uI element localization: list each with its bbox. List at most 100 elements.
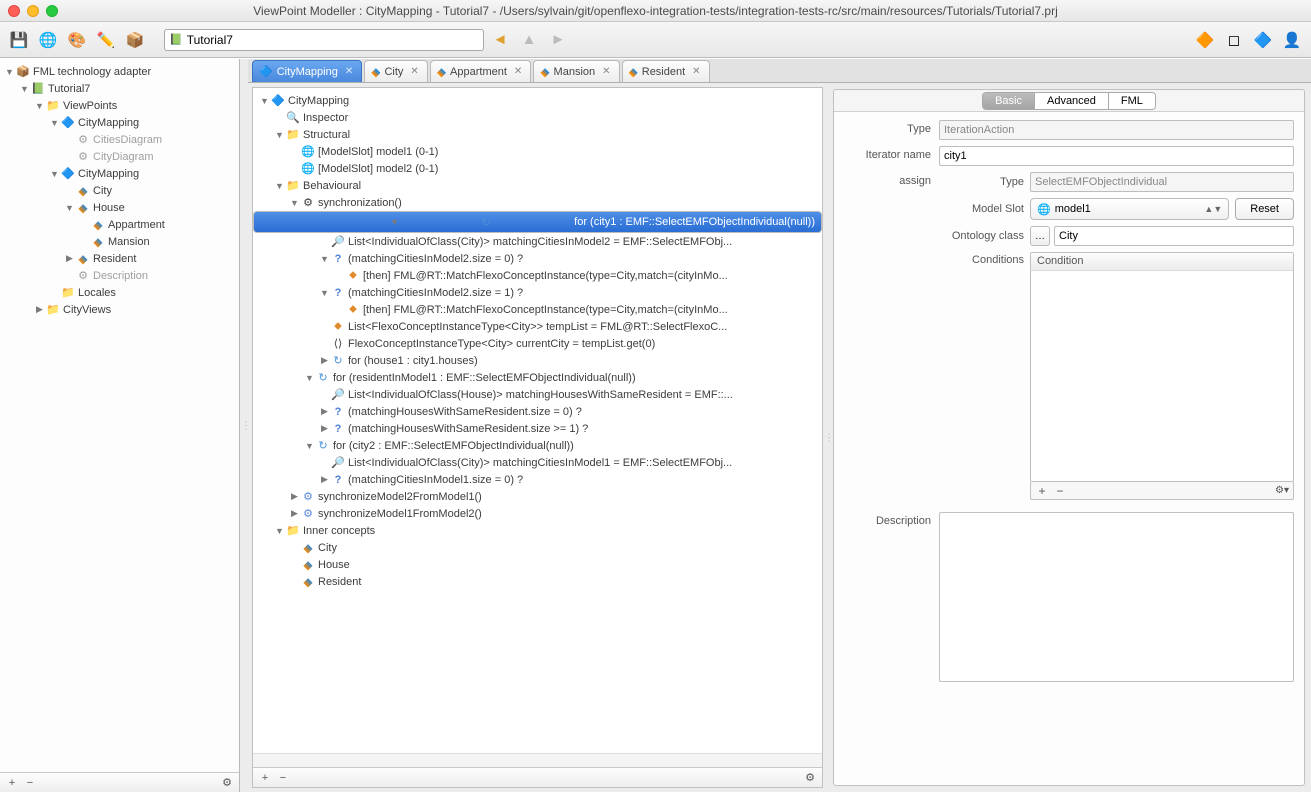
nav-up-icon[interactable]: ▲ (516, 27, 542, 53)
tree-row[interactable]: 🔎List<IndividualOfClass(City)> matchingC… (253, 233, 822, 250)
tree-row[interactable]: 🔎List<IndividualOfClass(City)> matchingC… (253, 454, 822, 471)
tree-row[interactable]: ▶⚙synchronizeModel2FromModel1() (253, 488, 822, 505)
tree-row[interactable]: ▶?(matchingCitiesInModel1.size = 0) ? (253, 471, 822, 488)
tree-row[interactable]: ▶?(matchingHousesWithSameResident.size =… (253, 403, 822, 420)
tree-row[interactable]: ▼↻for (city1 : EMF::SelectEMFObjectIndiv… (253, 211, 822, 233)
tab-close-icon[interactable]: ✕ (345, 66, 353, 77)
edit-icon[interactable]: ✏️ (93, 27, 119, 53)
tree-row[interactable]: ▼🔷CityMapping (0, 114, 239, 131)
address-input[interactable] (187, 33, 479, 47)
tree-row[interactable]: ▼📁ViewPoints (0, 97, 239, 114)
tool-c-icon[interactable]: 🔷 (1250, 27, 1276, 53)
editor-tab[interactable]: ◆Mansion✕ (533, 60, 619, 82)
tree-row[interactable]: 🌐[ModelSlot] model2 (0-1) (253, 160, 822, 177)
tree-row[interactable]: ◆Mansion (0, 233, 239, 250)
disclosure-triangle-icon[interactable]: ▶ (34, 304, 45, 315)
tree-row[interactable]: ▼📗Tutorial7 (0, 80, 239, 97)
tree-row[interactable]: ◆Appartment (0, 216, 239, 233)
tree-row[interactable]: ▶⚙synchronizeModel1FromModel2() (253, 505, 822, 522)
tab-fml[interactable]: FML (1109, 93, 1155, 109)
description-field[interactable] (939, 512, 1294, 682)
palette-icon[interactable]: 🎨 (64, 27, 90, 53)
tree-row[interactable]: ⬥[then] FML@RT::MatchFlexoConceptInstanc… (253, 267, 822, 284)
editor-tab[interactable]: ◆Appartment✕ (430, 60, 532, 82)
editor-tab[interactable]: 🔷CityMapping✕ (252, 60, 362, 82)
tree-row[interactable]: ⟨⟩FlexoConceptInstanceType<City> current… (253, 335, 822, 352)
tree-row[interactable]: ▶📁CityViews (0, 301, 239, 318)
tree-row[interactable]: 📁Locales (0, 284, 239, 301)
splitter-left[interactable] (240, 59, 248, 792)
conditions-list[interactable]: Condition (1030, 252, 1294, 482)
editor-tab[interactable]: ◆Resident✕ (622, 60, 710, 82)
tree-row[interactable]: ◆City (0, 182, 239, 199)
tool-b-icon[interactable]: ◻ (1221, 27, 1247, 53)
disclosure-triangle-icon[interactable]: ▶ (289, 508, 300, 519)
package-icon[interactable]: 📦 (122, 27, 148, 53)
tree-row[interactable]: 🌐[ModelSlot] model1 (0-1) (253, 143, 822, 160)
tree-row[interactable]: ⚙Description (0, 267, 239, 284)
tree-row[interactable]: ▼📁Inner concepts (253, 522, 822, 539)
save-icon[interactable]: 💾 (6, 27, 32, 53)
condition-add-button[interactable]: + (1033, 484, 1051, 498)
tree-row[interactable]: ⬥[then] FML@RT::MatchFlexoConceptInstanc… (253, 301, 822, 318)
editor-tree[interactable]: ▼🔷CityMapping🔍Inspector▼📁Structural🌐[Mod… (253, 88, 822, 753)
nav-forward-icon[interactable]: ► (545, 27, 571, 53)
options-icon[interactable]: ⚙ (219, 775, 235, 791)
disclosure-triangle-icon[interactable]: ▼ (259, 96, 270, 106)
condition-remove-button[interactable]: − (1051, 484, 1069, 498)
disclosure-triangle-icon[interactable]: ▼ (319, 254, 330, 264)
tree-row[interactable]: ▼📁Structural (253, 126, 822, 143)
editor-tab[interactable]: ◆City✕ (364, 60, 428, 82)
tab-close-icon[interactable]: ✕ (692, 66, 700, 77)
disclosure-triangle-icon[interactable]: ▶ (319, 355, 330, 366)
editor-options-icon[interactable]: ⚙ (802, 770, 818, 786)
disclosure-triangle-icon[interactable]: ▼ (274, 181, 285, 191)
disclosure-triangle-icon[interactable]: ▼ (319, 288, 330, 298)
tree-row[interactable]: ◆Resident (253, 573, 822, 590)
tree-row[interactable]: ▶?(matchingHousesWithSameResident.size >… (253, 420, 822, 437)
tool-a-icon[interactable]: 🔶 (1192, 27, 1218, 53)
ontology-field[interactable] (1054, 226, 1294, 246)
remove-button[interactable]: − (22, 775, 38, 791)
editor-add-button[interactable]: + (257, 770, 273, 786)
tree-row[interactable]: ▼📦FML technology adapter (0, 63, 239, 80)
tree-row[interactable]: ◆City (253, 539, 822, 556)
disclosure-triangle-icon[interactable]: ▼ (289, 198, 300, 208)
disclosure-triangle-icon[interactable]: ▼ (34, 101, 45, 111)
ontology-browse-button[interactable]: … (1030, 226, 1050, 246)
tree-row[interactable]: 🔍Inspector (253, 109, 822, 126)
modelslot-select[interactable]: 🌐model1 ▲▼ (1030, 198, 1229, 220)
tree-row[interactable]: ⬥List<FlexoConceptInstanceType<City>> te… (253, 318, 822, 335)
disclosure-triangle-icon[interactable]: ▶ (289, 491, 300, 502)
tree-row[interactable]: ▼?(matchingCitiesInModel2.size = 0) ? (253, 250, 822, 267)
tree-row[interactable]: ▼🔷CityMapping (0, 165, 239, 182)
tree-row[interactable]: ▶↻for (house1 : city1.houses) (253, 352, 822, 369)
tree-row[interactable]: 🔎List<IndividualOfClass(House)> matching… (253, 386, 822, 403)
add-button[interactable]: + (4, 775, 20, 791)
project-tree[interactable]: ▼📦FML technology adapter▼📗Tutorial7▼📁Vie… (0, 59, 239, 772)
condition-options-icon[interactable]: ⚙▾ (1273, 485, 1291, 496)
editor-remove-button[interactable]: − (275, 770, 291, 786)
disclosure-triangle-icon[interactable]: ▼ (274, 130, 285, 140)
reset-button[interactable]: Reset (1235, 198, 1294, 220)
disclosure-triangle-icon[interactable]: ▼ (49, 169, 60, 179)
disclosure-triangle-icon[interactable]: ▼ (274, 526, 285, 536)
tree-row[interactable]: ⚙CityDiagram (0, 148, 239, 165)
tree-row[interactable]: ▶◆Resident (0, 250, 239, 267)
disclosure-triangle-icon[interactable]: ▼ (389, 217, 400, 227)
tree-row[interactable]: ▼◆House (0, 199, 239, 216)
tree-row[interactable]: ▼↻for (residentInModel1 : EMF::SelectEMF… (253, 369, 822, 386)
tree-row[interactable]: ◆House (253, 556, 822, 573)
globe-icon[interactable]: 🌐 (35, 27, 61, 53)
iterator-field[interactable] (939, 146, 1294, 166)
tab-basic[interactable]: Basic (983, 93, 1035, 109)
tab-close-icon[interactable]: ✕ (514, 66, 522, 77)
tree-row[interactable]: ▼↻for (city2 : EMF::SelectEMFObjectIndiv… (253, 437, 822, 454)
disclosure-triangle-icon[interactable]: ▼ (64, 203, 75, 213)
disclosure-triangle-icon[interactable]: ▼ (304, 441, 315, 451)
disclosure-triangle-icon[interactable]: ▶ (319, 474, 330, 485)
tab-close-icon[interactable]: ✕ (410, 66, 418, 77)
disclosure-triangle-icon[interactable]: ▶ (64, 253, 75, 264)
tree-row[interactable]: ▼?(matchingCitiesInModel2.size = 1) ? (253, 284, 822, 301)
disclosure-triangle-icon[interactable]: ▶ (319, 423, 330, 434)
